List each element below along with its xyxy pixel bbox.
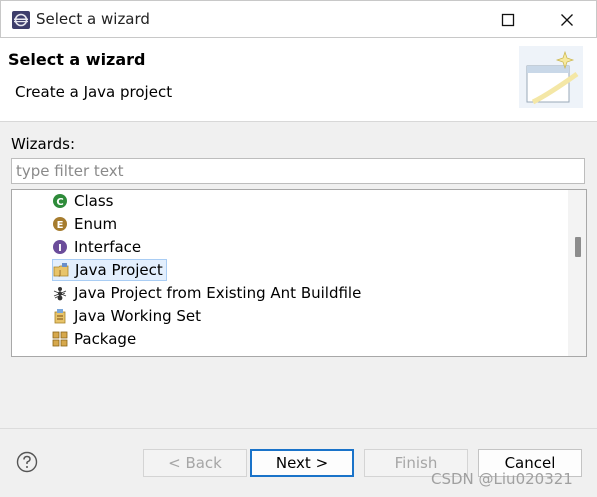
tree-item-enum[interactable]: E Enum: [52, 213, 117, 235]
svg-text:C: C: [56, 197, 63, 208]
eclipse-app-icon: [12, 11, 30, 29]
svg-text:J: J: [58, 269, 61, 277]
class-icon: C: [53, 194, 67, 208]
enum-icon: E: [53, 217, 67, 231]
tree-item-package[interactable]: Package: [52, 328, 136, 350]
tree-item-label: Java Project: [75, 261, 163, 279]
tree-item-label: Java Project from Existing Ant Buildfile: [74, 284, 362, 302]
tree-item-label: Class: [74, 192, 114, 210]
svg-text:E: E: [57, 220, 64, 231]
tree-item-java-project[interactable]: J Java Project: [52, 259, 167, 281]
close-button[interactable]: [554, 7, 580, 33]
tree-item-interface[interactable]: I Interface: [52, 236, 141, 258]
package-icon: [52, 331, 68, 347]
scrollbar-thumb[interactable]: [575, 237, 581, 257]
wizard-tree[interactable]: C Class E Enum I Interface J Java Projec…: [11, 189, 587, 357]
tree-item-label: Enum: [74, 215, 118, 233]
tree-item-java-working-set[interactable]: Java Working Set: [52, 305, 201, 327]
tree-item-class[interactable]: C Class: [52, 190, 113, 212]
svg-text:I: I: [58, 243, 62, 254]
help-icon[interactable]: [16, 451, 38, 473]
back-button[interactable]: < Back: [143, 449, 247, 477]
next-button[interactable]: Next >: [250, 449, 354, 477]
tree-item-label: Java Working Set: [74, 307, 202, 325]
wizard-banner-icon: [519, 46, 583, 108]
working-set-icon: [54, 309, 66, 324]
watermark: CSDN @Liu020321: [431, 470, 573, 488]
window-titlebar: Select a wizard: [0, 0, 597, 38]
window-title: Select a wizard: [36, 10, 150, 28]
close-icon: [561, 14, 573, 26]
tree-item-label: Package: [74, 330, 137, 348]
header-title: Select a wizard: [8, 50, 146, 69]
java-project-icon: J: [53, 263, 69, 277]
header-description: Create a Java project: [15, 83, 173, 101]
wizard-header: Select a wizard Create a Java project: [0, 38, 597, 122]
tree-item-label: Interface: [74, 238, 142, 256]
footer-divider: [0, 428, 597, 429]
maximize-button[interactable]: [495, 7, 521, 33]
interface-icon: I: [53, 240, 67, 254]
tree-scrollbar[interactable]: [568, 190, 586, 356]
maximize-icon: [501, 13, 515, 27]
filter-input[interactable]: [11, 158, 585, 184]
ant-icon: [53, 287, 67, 301]
wizards-label: Wizards:: [11, 135, 76, 153]
tree-item-ant-project[interactable]: Java Project from Existing Ant Buildfile: [52, 282, 361, 304]
